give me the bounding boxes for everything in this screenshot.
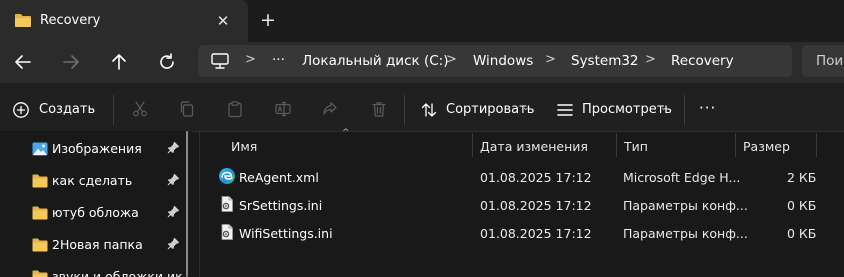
toolbar-divider (404, 95, 405, 125)
edge-xml-icon (219, 168, 235, 184)
nav-item-novaya-papka[interactable]: 2Новая папка (28, 231, 192, 259)
column-separator[interactable] (735, 133, 736, 157)
file-size: 2 КБ (787, 170, 817, 185)
breadcrumb-local-disk[interactable]: Локальный диск (C:) (302, 53, 448, 69)
pin-icon[interactable] (166, 237, 180, 251)
refresh-icon[interactable] (155, 50, 179, 74)
view-list-icon (557, 104, 573, 116)
column-header-type[interactable]: Тип (624, 139, 648, 154)
column-separator[interactable] (472, 133, 473, 157)
cut-icon[interactable] (131, 100, 149, 118)
file-row[interactable]: ReAgent.xml 01.08.2025 17:12 Microsoft E… (214, 163, 820, 191)
toolbar-divider (684, 95, 685, 125)
breadcrumb-windows[interactable]: Windows (473, 53, 533, 69)
nav-item-label: звуки и обложки ик (52, 269, 182, 277)
folder-icon (32, 238, 48, 252)
create-new-button[interactable]: Создать ⌄ (10, 96, 102, 124)
nav-item-label: как сделать (52, 173, 133, 188)
file-size: 0 КБ (787, 198, 817, 213)
forward-arrow-icon[interactable] (59, 50, 83, 74)
breadcrumb-separator: > (545, 52, 556, 67)
pin-icon[interactable] (166, 205, 180, 219)
folder-icon (32, 270, 48, 277)
breadcrumb-overflow-button[interactable]: ··· (272, 52, 285, 68)
plus-circle-icon (13, 102, 29, 118)
file-type: Параметры конф... (623, 198, 748, 213)
settings-file-icon (221, 196, 233, 212)
paste-icon[interactable] (226, 100, 244, 118)
view-label: Просмотреть (582, 102, 672, 117)
file-name: SrSettings.ini (239, 198, 323, 213)
nav-item-label: Изображения (52, 141, 142, 156)
breadcrumb-separator: > (645, 52, 656, 67)
chevron-down-icon: ⌄ (522, 103, 530, 113)
column-separator[interactable] (816, 133, 817, 157)
nav-scrollbar[interactable] (186, 131, 188, 277)
sort-button[interactable]: Сортировать ⌄ (418, 96, 536, 124)
column-header-date[interactable]: Дата изменения (480, 139, 588, 154)
pin-icon[interactable] (166, 141, 180, 155)
tab-title: Recovery (40, 13, 101, 28)
nav-item-youtube-oblozha[interactable]: ютуб обложа (28, 199, 192, 227)
breadcrumb-separator: > (446, 52, 457, 67)
column-separator[interactable] (616, 133, 617, 157)
file-date: 01.08.2025 17:12 (480, 226, 592, 241)
sort-arrows-icon (421, 103, 437, 117)
file-type: Параметры конф... (623, 226, 748, 241)
more-options-button[interactable]: ··· (699, 99, 716, 117)
breadcrumb-recovery[interactable]: Recovery (671, 53, 734, 69)
tab-recovery[interactable]: Recovery ✕ (0, 0, 248, 42)
breadcrumb-system32[interactable]: System32 (571, 53, 639, 69)
sort-indicator-icon: ^ (342, 128, 350, 138)
nav-item-label: 2Новая папка (52, 237, 143, 252)
file-name: ReAgent.xml (239, 170, 319, 185)
column-header-size[interactable]: Размер (743, 139, 790, 154)
folder-icon (32, 174, 48, 188)
up-arrow-icon[interactable] (107, 50, 131, 74)
back-arrow-icon[interactable] (11, 50, 35, 74)
file-row[interactable]: WifiSettings.ini 01.08.2025 17:12 Параме… (214, 219, 820, 247)
file-name: WifiSettings.ini (239, 226, 333, 241)
nav-item-zvuki[interactable]: звуки и обложки ик (28, 263, 192, 277)
breadcrumb-separator: > (245, 52, 256, 67)
file-size: 0 КБ (787, 226, 817, 241)
nav-item-label: ютуб обложа (52, 205, 139, 220)
toolbar-divider (113, 95, 114, 125)
file-date: 01.08.2025 17:12 (480, 170, 592, 185)
file-type: Microsoft Edge H... (623, 170, 741, 185)
create-label: Создать (39, 102, 96, 117)
share-icon[interactable] (321, 100, 339, 118)
search-placeholder: Пои (816, 53, 844, 69)
view-button[interactable]: Просмотреть ⌄ (554, 96, 672, 124)
file-row[interactable]: SrSettings.ini 01.08.2025 17:12 Параметр… (214, 191, 820, 219)
column-header-name[interactable]: Имя (231, 139, 257, 154)
folder-icon (32, 206, 48, 220)
nav-item-pictures[interactable]: Изображения (28, 135, 192, 163)
pin-icon[interactable] (166, 173, 180, 187)
delete-icon[interactable] (370, 100, 388, 118)
settings-file-icon (221, 224, 233, 240)
tab-close-button[interactable]: ✕ (213, 11, 233, 31)
nav-item-kak-sdelat[interactable]: как сделать (28, 167, 192, 195)
pictures-icon (32, 142, 48, 156)
file-date: 01.08.2025 17:12 (480, 198, 592, 213)
rename-icon[interactable] (274, 100, 292, 118)
pane-divider[interactable] (199, 131, 200, 277)
folder-icon (15, 14, 31, 27)
new-tab-button[interactable]: + (257, 9, 279, 31)
copy-icon[interactable] (178, 100, 196, 118)
chevron-down-icon: ⌄ (88, 103, 96, 113)
this-pc-icon[interactable] (210, 52, 230, 70)
chevron-down-icon: ⌄ (660, 103, 668, 113)
